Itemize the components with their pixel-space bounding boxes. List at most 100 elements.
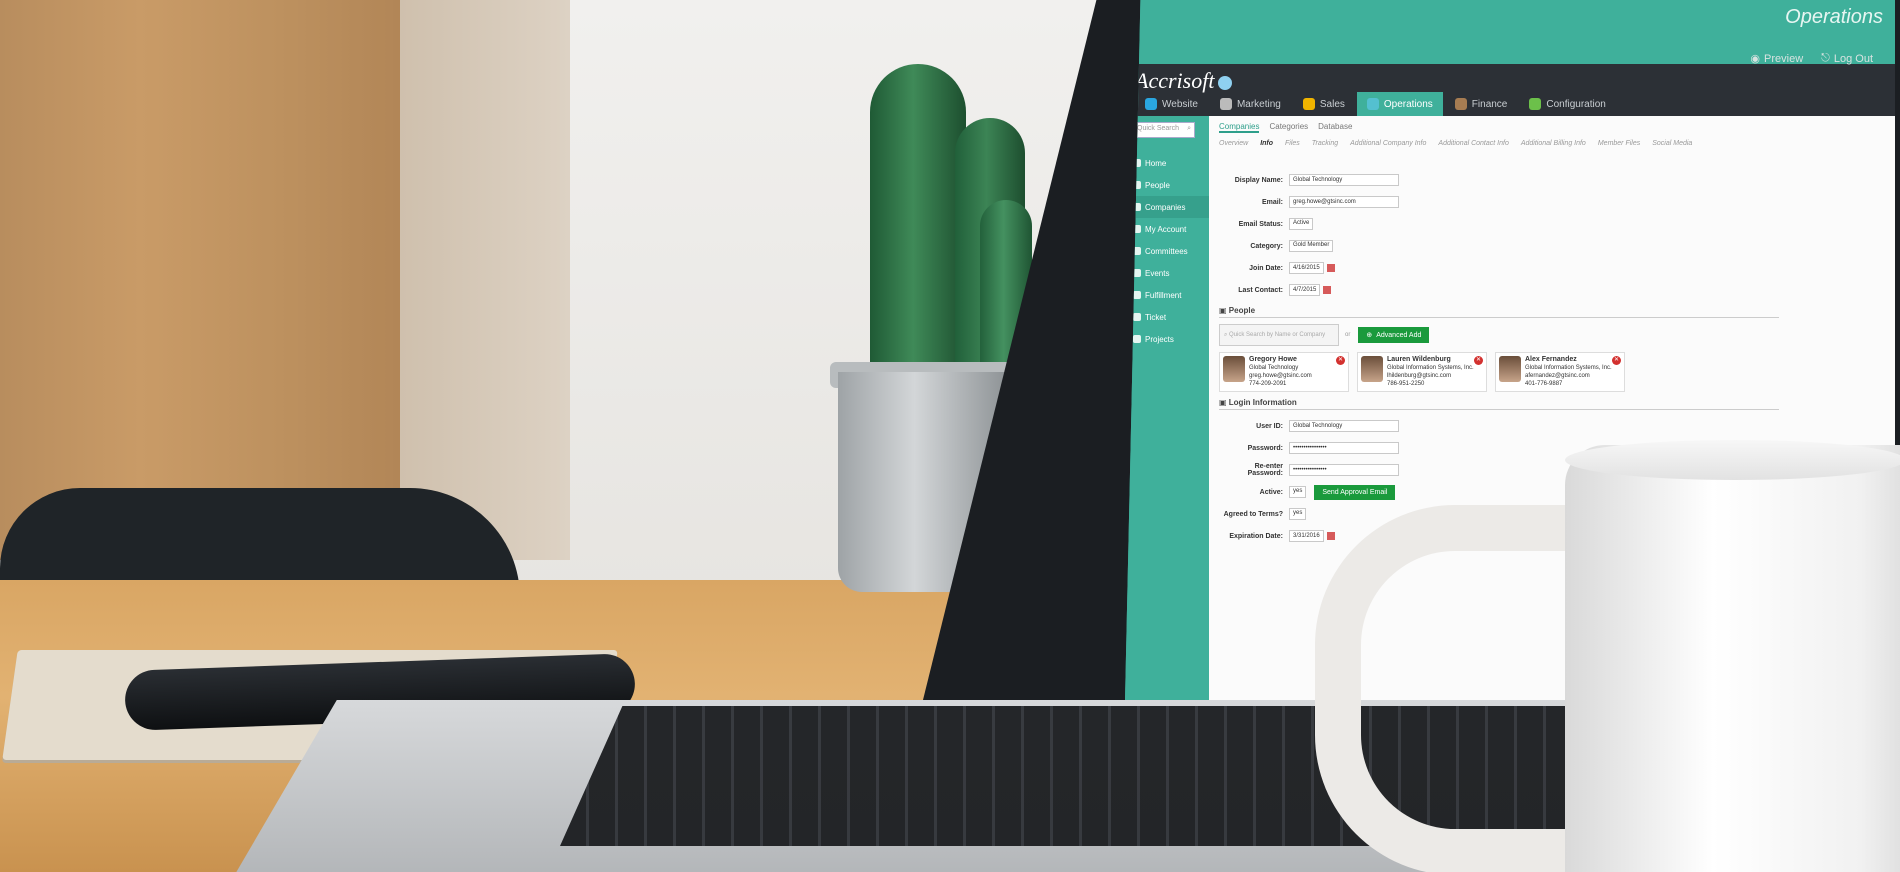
people-section-title: ▣ People <box>1219 304 1779 318</box>
sidebar-item-ticket[interactable]: Ticket <box>1125 306 1209 328</box>
sidebar-item-projects[interactable]: Projects <box>1125 328 1209 350</box>
sidebar-search-placeholder: Quick Search <box>1137 125 1180 132</box>
preview-button[interactable]: ◉ Preview <box>1750 52 1803 66</box>
sidebar-item-people[interactable]: People <box>1125 174 1209 196</box>
sidebar-item-companies[interactable]: Companies <box>1125 196 1209 218</box>
subtab-additional-billing-info[interactable]: Additional Billing Info <box>1521 140 1586 147</box>
calendar-icon[interactable] <box>1326 532 1335 540</box>
agreed-select[interactable]: yes <box>1289 508 1307 520</box>
subtab-additional-company-info[interactable]: Additional Company Info <box>1350 140 1426 147</box>
expiration-input[interactable]: 3/31/2016 <box>1289 530 1324 542</box>
subtab-social-media[interactable]: Social Media <box>1652 140 1692 147</box>
display-name-input[interactable]: Global Technology <box>1289 174 1399 186</box>
remove-icon[interactable]: ✕ <box>1336 356 1345 365</box>
subtab-member-files[interactable]: Member Files <box>1598 140 1640 147</box>
join-date-input[interactable]: 4/16/2015 <box>1289 262 1324 274</box>
send-approval-button[interactable]: Send Approval Email <box>1314 484 1396 500</box>
person-company: Global Information Systems, Inc. <box>1525 365 1612 371</box>
reenter-input[interactable]: •••••••••••••••• <box>1289 464 1399 476</box>
wood-panel <box>0 0 400 560</box>
module-tab-label: Finance <box>1471 98 1508 110</box>
userid-label: User ID: <box>1256 422 1283 430</box>
person-company: Global Technology <box>1249 365 1299 371</box>
subtab-tracking[interactable]: Tracking <box>1312 140 1338 147</box>
person-phone: 401-776-9887 <box>1525 381 1563 387</box>
logout-button[interactable]: ⎋ Log Out <box>1821 52 1873 65</box>
mug-handle <box>1315 505 1595 872</box>
sidebar-item-icon <box>1133 291 1141 299</box>
subtab-overview[interactable]: Overview <box>1219 140 1248 147</box>
advanced-add-button[interactable]: ⊕ Advanced Add <box>1358 327 1430 343</box>
last-contact-label: Last Contact: <box>1238 286 1283 294</box>
people-section-label: People <box>1228 306 1256 315</box>
logout-label: Log Out <box>1833 52 1873 65</box>
or-label: or <box>1345 332 1351 338</box>
cactus <box>870 64 966 374</box>
active-select[interactable]: yes <box>1289 486 1307 498</box>
last-contact-row: Last Contact: 4/7/2015 <box>1219 280 1779 300</box>
sidebar-item-label: Home <box>1145 158 1167 168</box>
tab-database[interactable]: Database <box>1318 122 1352 133</box>
sidebar-item-label: Projects <box>1145 334 1174 344</box>
sidebar-search[interactable]: Quick Search ⌕ <box>1133 122 1195 138</box>
email-label: Email: <box>1261 198 1283 206</box>
subtab-files[interactable]: Files <box>1285 140 1300 147</box>
reenter-label: Re-enter Password: <box>1247 463 1283 477</box>
sidebar-item-home[interactable]: Home <box>1125 152 1209 174</box>
tab-companies[interactable]: Companies <box>1219 122 1260 133</box>
sidebar-item-committees[interactable]: Committees <box>1125 240 1209 262</box>
sidebar-item-events[interactable]: Events <box>1125 262 1209 284</box>
person-email: greg.howe@gtsinc.com <box>1249 373 1312 379</box>
sidebar: Quick Search ⌕ Home People Companies My Acco… <box>1125 116 1209 700</box>
subtab-info[interactable]: Info <box>1260 140 1273 147</box>
person-card[interactable]: Gregory Howe Global Technology greg.howe@g… <box>1219 352 1349 392</box>
sidebar-item-label: Fulfillment <box>1145 290 1182 300</box>
module-tab-website[interactable]: Website <box>1135 92 1208 116</box>
sidebar-item-icon <box>1133 313 1141 321</box>
join-date-row: Join Date: 4/16/2015 <box>1219 258 1779 278</box>
logo-icon <box>1218 75 1233 90</box>
module-tab-label: Configuration <box>1546 98 1606 110</box>
subtab-additional-contact-info[interactable]: Additional Contact Info <box>1438 140 1508 147</box>
mug-rim <box>1565 440 1900 480</box>
person-name: Alex Fernandez <box>1525 356 1577 363</box>
category-select[interactable]: Gold Member <box>1289 240 1334 252</box>
remove-icon[interactable]: ✕ <box>1612 356 1621 365</box>
avatar <box>1499 356 1521 382</box>
person-details: Lauren Wildenburg Global Information Syst… <box>1387 356 1474 388</box>
module-tab-finance[interactable]: Finance <box>1445 92 1518 116</box>
person-card[interactable]: Lauren Wildenburg Global Information Syst… <box>1357 352 1487 392</box>
module-tab-label: Operations <box>1383 98 1433 110</box>
sidebar-nav: Home People Companies My Account Committees E… <box>1125 152 1209 350</box>
module-icon <box>1302 98 1315 110</box>
userid-row: User ID: Global Technology <box>1219 416 1779 436</box>
email-input[interactable]: greg.howe@gtsinc.com <box>1289 196 1399 208</box>
userid-input[interactable]: Global Technology <box>1289 420 1399 432</box>
email-row: Email: greg.howe@gtsinc.com <box>1219 192 1779 212</box>
password-input[interactable]: •••••••••••••••• <box>1289 442 1399 454</box>
email-status-select[interactable]: Active <box>1289 218 1314 230</box>
module-tab-configuration[interactable]: Configuration <box>1519 92 1615 116</box>
password-label: Password: <box>1247 444 1283 452</box>
people-list: Gregory Howe Global Technology greg.howe@g… <box>1219 352 1779 392</box>
people-search-input[interactable]: ⌕ Quick Search by Name or Company <box>1219 324 1339 346</box>
category-label: Category: <box>1250 242 1283 250</box>
calendar-icon[interactable] <box>1323 286 1332 294</box>
coffee-mug <box>1565 445 1900 872</box>
logo: Accrisoft <box>1135 68 1233 94</box>
module-tab-label: Website <box>1162 98 1198 110</box>
module-tab-operations[interactable]: Operations <box>1356 92 1443 116</box>
display-name-label: Display Name: <box>1234 176 1283 184</box>
person-card[interactable]: Alex Fernandez Global Information Systems… <box>1495 352 1625 392</box>
last-contact-input[interactable]: 4/7/2015 <box>1289 284 1321 296</box>
sidebar-item-my-account[interactable]: My Account <box>1125 218 1209 240</box>
remove-icon[interactable]: ✕ <box>1474 356 1483 365</box>
module-icon <box>1145 98 1157 110</box>
module-tab-sales[interactable]: Sales <box>1293 92 1355 116</box>
sidebar-item-fulfillment[interactable]: Fulfillment <box>1125 284 1209 306</box>
sidebar-item-label: People <box>1145 180 1170 190</box>
tab-categories[interactable]: Categories <box>1269 122 1308 133</box>
email-status-label: Email Status: <box>1238 220 1283 228</box>
calendar-icon[interactable] <box>1326 264 1335 272</box>
module-tab-marketing[interactable]: Marketing <box>1210 92 1291 116</box>
